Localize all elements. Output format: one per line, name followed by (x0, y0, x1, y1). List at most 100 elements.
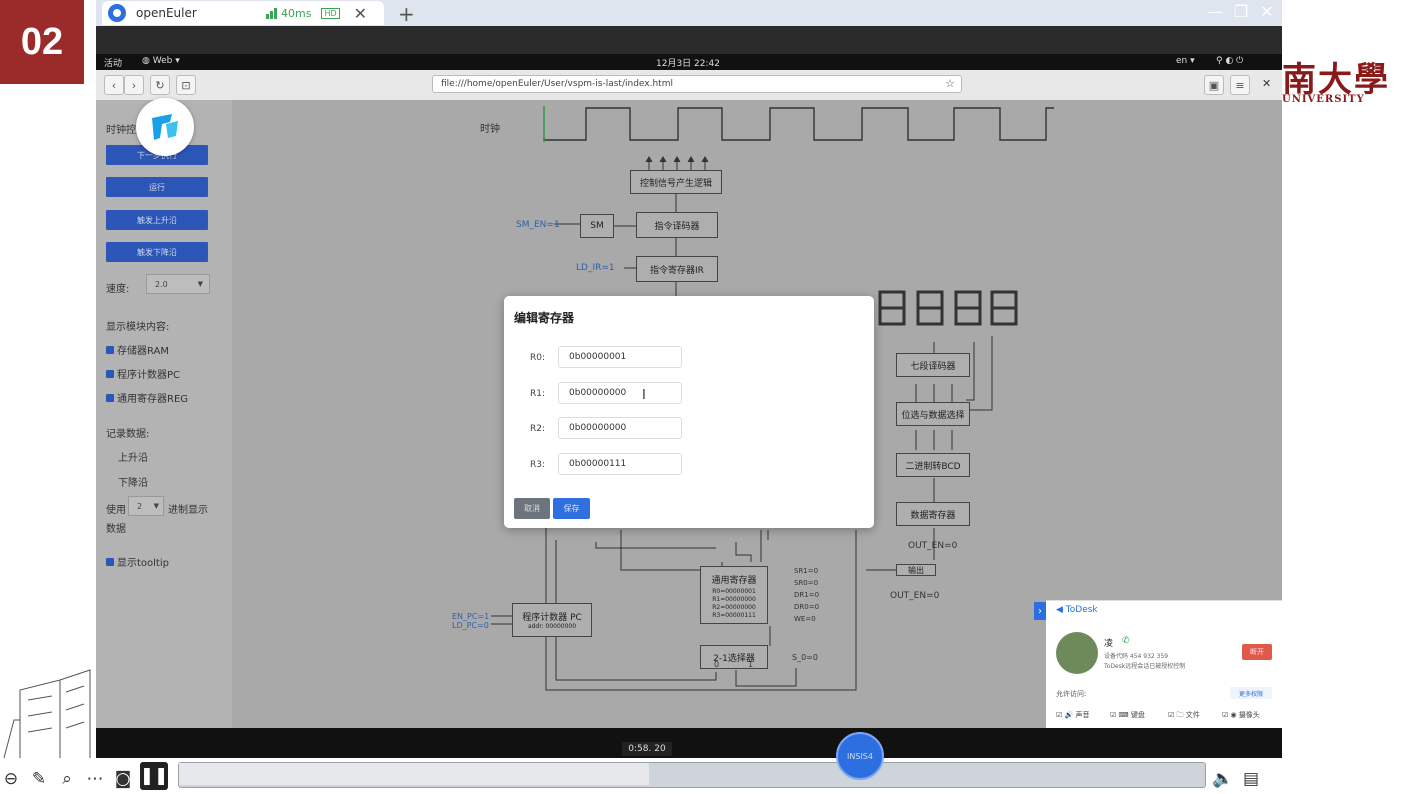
seg-decoder-block[interactable]: 七段译码器 (896, 353, 970, 377)
pc-value: addr: 00000000 (527, 623, 577, 630)
sm-en-signal[interactable]: SM_EN=1 (516, 220, 560, 230)
gpr-row: R2=00000000 (712, 604, 756, 611)
reg-input-r1[interactable]: 0b00000000 (558, 382, 682, 404)
magnifier-icon[interactable]: ⌕ (56, 768, 78, 790)
save-button[interactable]: 保存 (553, 498, 590, 519)
gpr-signal[interactable]: SR1=0 (794, 567, 818, 575)
clock[interactable]: 12月3日 22:42 (656, 56, 720, 69)
text-cursor-icon: I (642, 388, 646, 403)
signal-icon (266, 7, 277, 19)
gpr-block[interactable]: 通用寄存器 R0=00000001 R1=00000000 R2=0000000… (700, 566, 768, 624)
decoder-block[interactable]: 指令译码器 (636, 212, 718, 238)
output-block[interactable]: 输出 (896, 564, 936, 576)
ld-pc-signal[interactable]: LD_PC=0 (452, 621, 489, 630)
app-menu[interactable]: ◍ Web ▾ (142, 56, 180, 66)
hd-badge[interactable]: HD (321, 7, 340, 19)
user-name: 凌 (1104, 639, 1114, 649)
control-logic-block[interactable]: 控制信号产生逻辑 (630, 170, 722, 194)
reg-input-r0[interactable]: 0b00000001 (558, 346, 682, 368)
perm-file[interactable]: ☑ 🗀 文件 (1168, 710, 1200, 722)
tab-title: openEuler (136, 6, 197, 20)
notes-icon[interactable]: ▤ (1240, 768, 1262, 790)
recording-indicator[interactable]: INSIS4 (836, 732, 884, 780)
browser-close-icon[interactable]: ✕ (1262, 77, 1271, 90)
perm-file-label: 文件 (1185, 711, 1200, 719)
latency-readout: 40ms (281, 6, 312, 20)
panel-collapse-icon[interactable]: › (1034, 602, 1046, 620)
gpr-signal[interactable]: DR1=0 (794, 591, 819, 599)
more-permissions-button[interactable]: 更多权限 (1230, 687, 1272, 699)
reg-input-r3[interactable]: 0b00000111 (558, 453, 682, 475)
tabs-icon[interactable]: ▣ (1204, 75, 1224, 95)
phone-icon[interactable]: ✆ (1122, 636, 1130, 646)
todesk-brand: ◀ ToDesk (1056, 605, 1098, 615)
gpr-row: R0=00000001 (712, 588, 756, 595)
perm-sound-label: 声音 (1075, 711, 1090, 719)
university-logo-sub: UNIVERSITY (1282, 94, 1365, 105)
perm-keyboard[interactable]: ☑ ⌨ 键盘 (1110, 710, 1145, 720)
minimize-button[interactable]: — (1204, 2, 1226, 21)
avatar (1056, 632, 1098, 674)
bin2bcd-block[interactable]: 二进制转BCD (896, 453, 970, 477)
screenshot-icon[interactable]: ⊡ (176, 75, 196, 95)
camera-icon[interactable]: ◙ (112, 768, 134, 790)
mux-pin: 0 (714, 660, 720, 669)
ir-block[interactable]: 指令寄存器IR (636, 256, 718, 282)
activities-button[interactable]: 活动 (104, 56, 122, 69)
perm-sound[interactable]: ☑ 🔊 声音 (1056, 710, 1089, 720)
progress-played (179, 763, 649, 785)
gpr-row: R3=00000111 (712, 612, 756, 619)
close-icon[interactable]: ✕ (354, 4, 367, 23)
more-icon[interactable]: ⋯ (84, 768, 106, 790)
reg-label-r0: R0: (530, 353, 546, 363)
out-en-bottom-signal[interactable]: OUT_EN=0 (890, 591, 939, 601)
todesk-brand-label: ToDesk (1065, 605, 1098, 615)
gpr-signal[interactable]: SR0=0 (794, 579, 818, 587)
disconnect-button[interactable]: 断开 (1242, 644, 1272, 660)
data-register-block[interactable]: 数据寄存器 (896, 502, 970, 526)
language-menu[interactable]: en ▾ (1176, 56, 1195, 66)
perm-camera[interactable]: ☑ ◉ 摄像头 (1222, 710, 1260, 720)
reg-label-r2: R2: (530, 424, 546, 434)
url-bar[interactable]: file:///home/openEuler/User/vspm-is-last… (432, 75, 962, 93)
pause-icon[interactable]: ❚❚ (140, 762, 168, 790)
forward-icon[interactable]: › (124, 75, 144, 95)
building-sketch (3, 669, 91, 759)
gpr-signal[interactable]: WE=0 (794, 615, 816, 623)
bit-select-block[interactable]: 位选与数据选择 (896, 402, 970, 426)
back-icon[interactable]: ‹ (104, 75, 124, 95)
video-bar (96, 728, 1282, 758)
maximize-button[interactable]: ❐ (1230, 2, 1252, 21)
mux-pin: 1 (748, 660, 754, 669)
slide-number: 02 (0, 0, 84, 84)
app-menu-label: Web ▾ (152, 56, 180, 66)
ld-ir-signal[interactable]: LD_IR=1 (576, 263, 615, 273)
perm-keyboard-label: 键盘 (1130, 711, 1145, 719)
device-code: 设备代码 454 932 359 (1104, 653, 1169, 660)
reload-icon[interactable]: ↻ (150, 75, 170, 95)
video-timestamp: 0:58. 20 (622, 742, 672, 756)
back-arrow-icon[interactable]: ⊖ (0, 768, 22, 790)
mux-signal[interactable]: S_0=0 (792, 653, 818, 662)
reg-label-r3: R3: (530, 460, 546, 470)
system-tray-icon[interactable]: ⚲ ◐ ⏻ (1216, 56, 1243, 66)
todesk-tab[interactable]: openEuler 40ms HD ✕ (102, 1, 384, 25)
gpr-signal[interactable]: DR0=0 (794, 603, 819, 611)
mux-block[interactable]: 2-1选择器 (700, 645, 768, 669)
new-tab-button[interactable]: + (398, 2, 415, 26)
sm-block[interactable]: SM (580, 214, 614, 238)
out-en-top-signal[interactable]: OUT_EN=0 (908, 541, 957, 551)
volume-icon[interactable]: 🔈 (1212, 768, 1234, 790)
user-icon (108, 4, 126, 22)
university-logo: 南大學 UNIVERSITY (1282, 52, 1406, 112)
menu-icon[interactable]: ≡ (1230, 75, 1250, 95)
bookmark-star-icon[interactable]: ☆ (945, 77, 955, 90)
modal-title: 编辑寄存器 (514, 311, 575, 325)
cancel-button[interactable]: 取消 (514, 498, 550, 519)
pc-title: 程序计数器 PC (522, 613, 582, 623)
reg-input-r2[interactable]: 0b00000000 (558, 417, 682, 439)
close-window-button[interactable]: ✕ (1256, 2, 1278, 21)
pc-block[interactable]: 程序计数器 PC addr: 00000000 (512, 603, 592, 637)
pen-icon[interactable]: ✎ (28, 768, 50, 790)
en-pc-signal[interactable]: EN_PC=1 (452, 612, 489, 621)
